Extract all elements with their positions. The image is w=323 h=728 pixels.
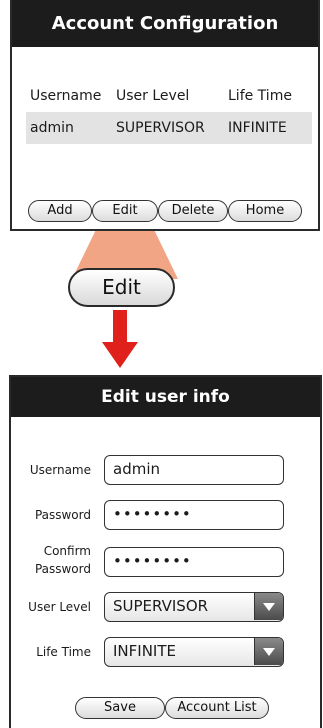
cell-user-level: SUPERVISOR bbox=[116, 120, 205, 136]
confirm-password-field[interactable]: •••••••• bbox=[104, 547, 284, 577]
cell-username: admin bbox=[30, 120, 74, 136]
username-field[interactable]: admin bbox=[104, 455, 284, 485]
account-list-button[interactable]: Account List bbox=[165, 697, 269, 719]
username-label: Username bbox=[29, 463, 91, 477]
table-row[interactable]: admin SUPERVISOR INFINITE bbox=[26, 112, 312, 144]
life-time-select[interactable]: INFINITE bbox=[104, 637, 284, 667]
cell-life-time: INFINITE bbox=[228, 120, 287, 136]
edit-button[interactable]: Edit bbox=[92, 200, 158, 222]
edit-user-info-panel: Edit user info Username admin Password •… bbox=[9, 375, 322, 728]
user-level-select[interactable]: SUPERVISOR bbox=[104, 592, 284, 622]
save-button[interactable]: Save bbox=[75, 697, 165, 719]
column-header-username: Username bbox=[30, 88, 102, 104]
confirm-password-label-line1: Confirm bbox=[43, 544, 91, 558]
account-table-header: Username User Level Life Time bbox=[26, 80, 312, 112]
edit-user-info-title: Edit user info bbox=[11, 377, 320, 417]
chevron-down-icon[interactable] bbox=[254, 638, 283, 665]
life-time-selected-value: INFINITE bbox=[113, 642, 176, 660]
password-field[interactable]: •••••••• bbox=[104, 500, 284, 530]
life-time-label: Life Time bbox=[36, 645, 91, 659]
column-header-life-time: Life Time bbox=[228, 88, 292, 104]
user-level-selected-value: SUPERVISOR bbox=[113, 597, 209, 615]
delete-button[interactable]: Delete bbox=[158, 200, 228, 222]
confirm-password-label-line2: Password bbox=[34, 562, 91, 576]
column-header-user-level: User Level bbox=[116, 88, 190, 104]
user-level-label: User Level bbox=[28, 600, 91, 614]
account-table: Username User Level Life Time admin SUPE… bbox=[26, 80, 312, 144]
chevron-down-icon[interactable] bbox=[254, 593, 283, 620]
add-button[interactable]: Add bbox=[28, 200, 92, 222]
home-button[interactable]: Home bbox=[228, 200, 302, 222]
down-arrow-icon bbox=[102, 310, 138, 368]
account-configuration-title: Account Configuration bbox=[12, 0, 318, 47]
account-configuration-panel: Account Configuration Username User Leve… bbox=[10, 0, 320, 231]
edit-callout-button[interactable]: Edit bbox=[68, 268, 175, 307]
password-label: Password bbox=[34, 508, 91, 522]
